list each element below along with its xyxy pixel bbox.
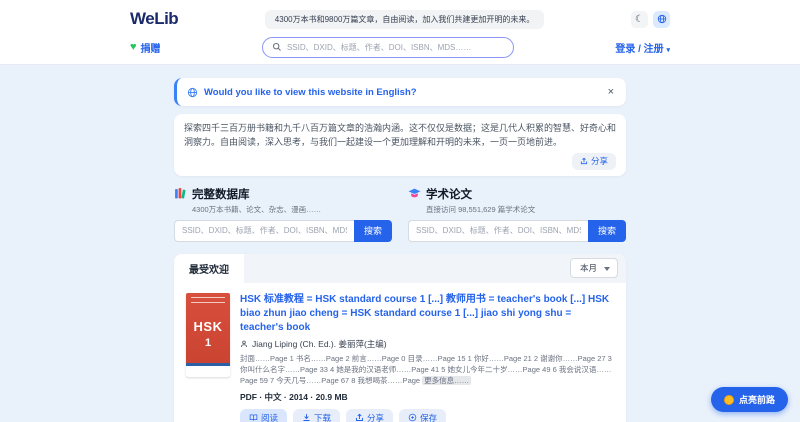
- section-title: 完整数据库: [192, 188, 250, 201]
- popular-card: 最受欢迎 本月 HSK 1 HSK 标准教程 = HSK standard co…: [174, 253, 626, 422]
- download-label: 下载: [314, 412, 332, 422]
- donate-label: 捐赠: [140, 43, 161, 55]
- header-search-input[interactable]: [286, 42, 504, 52]
- close-icon[interactable]: ×: [606, 86, 616, 98]
- tab-most-popular[interactable]: 最受欢迎: [174, 253, 244, 283]
- person-icon: [240, 340, 248, 348]
- section-title: 学术论文: [426, 188, 472, 201]
- book-title-link[interactable]: HSK 标准教程 = HSK standard course 1 [...] 教…: [240, 293, 614, 335]
- cover-decoration: [186, 365, 230, 377]
- books-icon: [174, 187, 187, 200]
- login-register-link[interactable]: 登录 / 注册 ▾: [615, 40, 670, 55]
- cover-number: 1: [204, 336, 212, 349]
- articles-search-button[interactable]: 搜索: [587, 219, 626, 242]
- intro-card: 探索四千三百万册书籍和九千八百万篇文章的浩瀚内涵。这不仅仅是数据；这是几代人积累…: [174, 114, 626, 176]
- header: WeLib 4300万本书和9800万篇文章，自由阅读，加入我们共建更加开明的未…: [0, 0, 800, 65]
- database-search-input[interactable]: [174, 219, 354, 242]
- share-button[interactable]: 分享: [571, 152, 616, 170]
- read-button[interactable]: 阅读: [240, 408, 288, 422]
- book-cover[interactable]: HSK 1: [186, 292, 230, 377]
- share-button[interactable]: 分享: [346, 408, 394, 422]
- book-author[interactable]: Jiang Liping (Ch. Ed.). 姜丽萍(主编): [252, 338, 387, 350]
- book-open-icon: [249, 413, 258, 422]
- download-button[interactable]: 下载: [293, 408, 341, 422]
- magnifier-icon: [272, 42, 282, 52]
- download-icon: [302, 413, 311, 422]
- database-search-button[interactable]: 搜索: [353, 219, 392, 242]
- section-full-database: 完整数据库 4300万本书籍、论文、杂志、漫画…… 搜索: [174, 186, 392, 242]
- login-label: 登录 / 注册: [615, 43, 664, 55]
- book-list-item: HSK 1 HSK 标准教程 = HSK standard course 1 […: [186, 292, 614, 422]
- rewards-label: 点亮前路: [738, 395, 775, 405]
- section-subtitle: 4300万本书籍、论文、杂志、漫画……: [192, 204, 322, 214]
- donate-link[interactable]: ♥ 捐赠: [130, 40, 161, 55]
- rewards-floating-button[interactable]: 点亮前路: [710, 387, 788, 412]
- main-content: Would you like to view this website in E…: [174, 65, 626, 422]
- section-academic-articles: 学术论文 直接访问 98,551,629 篇学术论文 搜索: [408, 186, 626, 242]
- header-search[interactable]: [261, 36, 514, 58]
- site-logo[interactable]: WeLib: [130, 9, 179, 29]
- share-icon: [355, 413, 364, 422]
- read-label: 阅读: [261, 412, 279, 422]
- coin-icon: [723, 394, 734, 405]
- intro-text: 探索四千三百万册书籍和九千八百万篇文章的浩瀚内涵。这不仅仅是数据；这是几代人积累…: [184, 123, 617, 147]
- globe-icon: [657, 14, 667, 24]
- moon-icon: ☾: [635, 13, 644, 25]
- header-banner: 4300万本书和9800万篇文章，自由阅读，加入我们共建更加开明的未来。: [264, 9, 545, 29]
- cover-decoration: [191, 296, 225, 303]
- period-select[interactable]: 本月: [569, 258, 618, 279]
- language-notice-text[interactable]: Would you like to view this website in E…: [204, 87, 600, 98]
- section-subtitle: 直接访问 98,551,629 篇学术论文: [426, 204, 536, 214]
- theme-toggle-button[interactable]: ☾: [631, 10, 648, 28]
- share-label: 分享: [590, 156, 608, 167]
- share-label: 分享: [367, 412, 385, 422]
- chevron-down-icon: ▾: [666, 46, 670, 54]
- more-info-label[interactable]: 更多信息……: [422, 376, 472, 386]
- book-meta: PDF · 中文 · 2014 · 20.9 MB: [240, 391, 348, 402]
- globe-icon: [187, 87, 198, 98]
- save-label: 保存: [420, 412, 438, 422]
- plus-circle-icon: [408, 413, 417, 422]
- graduation-cap-icon: [408, 187, 421, 200]
- book-snippet: 封面……Page 1 书名……Page 2 前言……Page 0 目录……Pag…: [240, 353, 614, 387]
- heart-icon: ♥: [130, 41, 137, 53]
- language-notice-banner: Would you like to view this website in E…: [174, 78, 626, 106]
- share-icon: [580, 157, 588, 165]
- save-button[interactable]: 保存: [399, 408, 447, 422]
- articles-search-input[interactable]: [408, 219, 588, 242]
- language-button[interactable]: [653, 10, 670, 28]
- cover-title: HSK: [193, 318, 223, 334]
